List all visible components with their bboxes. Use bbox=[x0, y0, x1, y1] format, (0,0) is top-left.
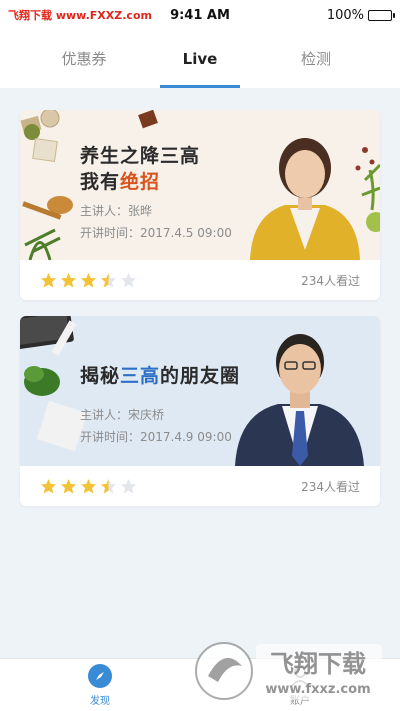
view-count: 234人看过 bbox=[301, 273, 360, 288]
star-icon bbox=[121, 478, 136, 493]
compass-icon bbox=[88, 664, 112, 688]
svg-text:飞翔下载: 飞翔下载 bbox=[270, 650, 366, 678]
nav-label: 发现 bbox=[90, 696, 110, 707]
star-icon bbox=[81, 478, 96, 493]
start-time-label: 开讲时间：2017.4.9 09:00 bbox=[80, 430, 232, 444]
lecturer-label: 主讲人：张晔 bbox=[80, 204, 153, 218]
star-icon bbox=[81, 272, 96, 287]
card-footer: 234人看过 bbox=[20, 260, 380, 300]
title-highlight-text: 三高 bbox=[120, 365, 161, 387]
star-icon bbox=[61, 478, 76, 493]
course-title: 揭秘三高的朋友圈 bbox=[80, 363, 240, 389]
course-meta: 主讲人：宋庆桥 开讲时间：2017.4.9 09:00 bbox=[80, 404, 232, 448]
lecturer-label: 主讲人：宋庆桥 bbox=[80, 408, 165, 422]
course-meta: 主讲人：张晔 开讲时间：2017.4.5 09:00 bbox=[80, 200, 232, 244]
carrier-text: 飞翔下载 www.FXXZ.com bbox=[8, 9, 152, 22]
status-bar: 飞翔下载 www.FXXZ.com 9:41 AM 100% bbox=[0, 0, 400, 30]
tab-detection[interactable]: 检测 bbox=[276, 30, 356, 88]
view-count: 234人看过 bbox=[301, 479, 360, 494]
nav-discover[interactable]: 发现 bbox=[0, 659, 200, 711]
svg-text:www.fxxz.com: www.fxxz.com bbox=[265, 682, 370, 697]
title-plain-text: 我有 bbox=[80, 171, 121, 193]
card-footer: 234人看过 bbox=[20, 466, 380, 506]
rating-stars bbox=[40, 478, 137, 495]
battery-icon bbox=[368, 9, 395, 21]
star-icon bbox=[101, 478, 116, 493]
course-title-line2: 我有绝招 bbox=[80, 169, 200, 195]
course-banner[interactable]: 养生之降三高 我有绝招 主讲人：张晔 开讲时间：2017.4.5 09:00 bbox=[20, 110, 380, 260]
live-course-card[interactable]: 养生之降三高 我有绝招 主讲人：张晔 开讲时间：2017.4.5 09:00 2… bbox=[20, 110, 380, 300]
rating-stars bbox=[40, 272, 137, 289]
star-icon bbox=[61, 272, 76, 287]
title-highlight-text: 绝招 bbox=[120, 171, 161, 193]
site-watermark: 飞翔下载 www.fxxz.com bbox=[194, 636, 386, 706]
star-icon bbox=[41, 478, 56, 493]
battery-percent: 100% bbox=[326, 7, 364, 23]
battery-status: 100% bbox=[326, 7, 395, 23]
course-title: 养生之降三高 我有绝招 bbox=[80, 143, 200, 195]
star-icon bbox=[41, 272, 56, 287]
title-plain-text: 的朋友圈 bbox=[160, 365, 241, 387]
live-course-card[interactable]: 揭秘三高的朋友圈 主讲人：宋庆桥 开讲时间：2017.4.9 09:00 234… bbox=[20, 316, 380, 506]
start-time-label: 开讲时间：2017.4.5 09:00 bbox=[80, 226, 232, 240]
watermark-logo-icon: 飞翔下载 www.fxxz.com bbox=[195, 642, 382, 700]
tab-coupons[interactable]: 优惠券 bbox=[44, 30, 124, 88]
title-plain-text: 揭秘 bbox=[80, 365, 121, 387]
tab-live[interactable]: Live bbox=[160, 30, 240, 88]
course-title-line1: 养生之降三高 bbox=[80, 145, 201, 167]
star-icon bbox=[101, 272, 116, 287]
star-icon bbox=[121, 272, 136, 287]
tab-bar: 优惠券 Live 检测 bbox=[0, 30, 400, 88]
course-banner[interactable]: 揭秘三高的朋友圈 主讲人：宋庆桥 开讲时间：2017.4.9 09:00 bbox=[20, 316, 380, 466]
